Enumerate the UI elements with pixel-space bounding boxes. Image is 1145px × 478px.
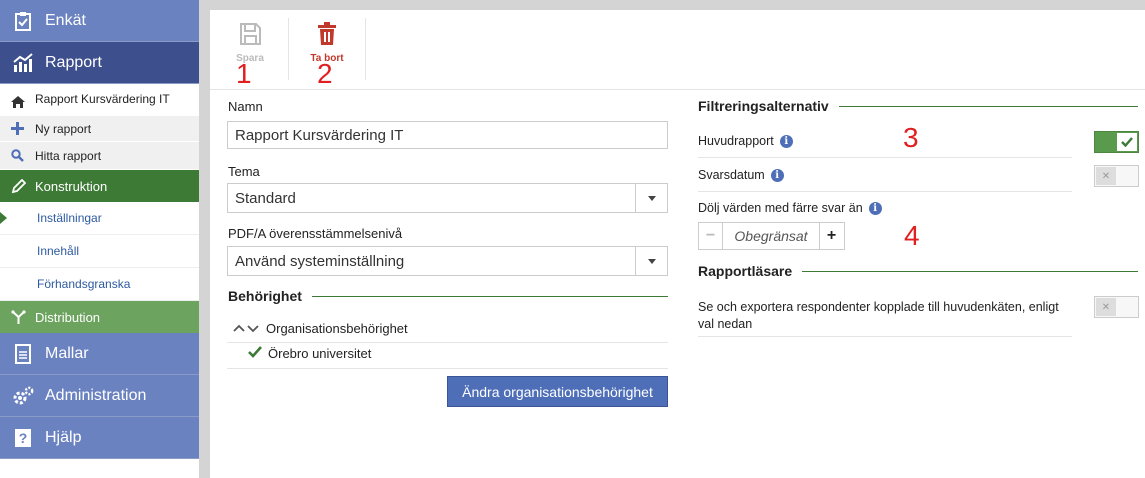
theme-label: Tema [228,164,260,179]
floppy-icon [238,22,262,49]
nav-distribution-label: Distribution [35,309,101,325]
current-report-label: Rapport Kursvärdering IT [35,92,170,106]
export-text-line2: val nedan [698,317,753,331]
main-report-toggle[interactable] [1094,131,1139,153]
nav-mallar-label: Mallar [45,344,89,362]
nav-mallar[interactable]: Mallar [0,333,199,375]
export-respondents-row: Se och exportera respondenter kopplade t… [698,299,1059,333]
ny-rapport-label: Ny rapport [35,121,92,136]
info-icon[interactable]: i [770,168,784,182]
nav-enkat-label: Enkät [45,11,86,29]
nav-ny-rapport[interactable]: Ny rapport [0,116,199,142]
nav-forhandsgranska-label: Förhandsgranska [37,277,131,291]
nav-administration[interactable]: Administration [0,375,199,417]
org-permission-label: Organisationsbehörighet [266,321,408,336]
response-date-label: Svarsdatum [698,168,765,182]
nav-konstruktion[interactable]: Konstruktion [0,170,199,202]
export-respondents-toggle[interactable]: ✕ [1094,296,1139,318]
chevron-down-icon [635,184,667,212]
theme-value: Standard [235,189,296,207]
nav-innehall-label: Innehåll [37,244,80,258]
readers-heading: Rapportläsare [698,263,1138,279]
search-icon [10,149,24,162]
filters-heading-text: Filtreringsalternativ [698,98,829,114]
filters-heading: Filtreringsalternativ [698,98,1138,114]
nav-hjalp[interactable]: ? Hjälp [0,417,199,459]
hitta-rapport-label: Hitta rapport [35,148,102,163]
clipboard-check-icon [12,10,34,32]
permissions-heading: Behörighet [228,288,668,304]
annotation-3: 3 [903,122,919,153]
home-icon [10,95,26,112]
nav-hitta-rapport[interactable]: Hitta rapport [0,142,199,170]
theme-select[interactable]: Standard [227,183,668,213]
check-icon [1117,133,1137,151]
close-icon: ✕ [1096,167,1116,185]
nav-rapport[interactable]: Rapport [0,42,199,84]
pencil-icon [10,178,26,194]
info-icon[interactable]: i [868,201,882,215]
pdfa-label: PDF/A överensstämmelsenivå [228,226,403,241]
divider [311,295,668,297]
toolbar: Spara Ta bort 1 2 [210,10,1145,90]
divider [227,342,668,343]
info-icon[interactable]: i [779,134,793,148]
hide-values-stepper[interactable]: − Obegränsat + [698,222,845,250]
pdfa-value: Använd systeminställning [235,252,405,270]
sidebar: Enkät Rapport Rapport Kursvärdering IT N… [0,0,199,478]
nav-current-report[interactable]: Rapport Kursvärdering IT [0,84,199,116]
svg-text:?: ? [19,430,28,446]
divider [227,368,668,369]
divider [802,270,1138,272]
chart-line-icon [12,52,34,74]
nav-forhandsgranska[interactable]: Förhandsgranska [0,268,199,301]
main-report-row: Huvudrapport i [698,134,793,148]
hide-values-row: Dölj värden med färre svar än i [698,201,882,215]
nav-installningar[interactable]: Inställningar [0,202,199,235]
name-input[interactable] [227,121,668,149]
nav-installningar-label: Inställningar [37,211,102,225]
template-icon [12,343,34,365]
divider [698,157,1072,158]
divider [838,105,1138,107]
change-org-permission-button[interactable]: Ändra organisationsbehörighet [447,376,668,407]
response-date-row: Svarsdatum i [698,168,784,182]
plus-icon [10,122,24,135]
export-text-line1: Se och exportera respondenter kopplade t… [698,300,1059,314]
hide-values-value[interactable]: Obegränsat [723,223,819,249]
readers-heading-text: Rapportläsare [698,263,793,279]
divider [698,336,1072,337]
close-icon: ✕ [1096,298,1116,316]
org-name: Örebro universitet [268,346,372,361]
annotation-4: 4 [904,220,920,251]
expand-collapse-icon[interactable] [233,321,261,336]
main-panel: Spara Ta bort 1 2 Namn Tema Standard PDF… [210,10,1145,478]
nav-enkat[interactable]: Enkät [0,0,199,42]
nav-innehall[interactable]: Innehåll [0,235,199,268]
chevron-down-icon [635,247,667,275]
annotation-1: 1 [236,58,252,89]
nav-distribution[interactable]: Distribution [0,301,199,333]
main-report-label: Huvudrapport [698,134,774,148]
nav-konstruktion-label: Konstruktion [35,178,108,194]
minus-icon[interactable]: − [699,223,723,249]
nav-rapport-label: Rapport [45,53,102,71]
trash-icon [316,22,338,49]
annotation-2: 2 [317,58,333,89]
fork-icon [10,309,26,325]
plus-icon[interactable]: + [819,223,843,249]
org-row[interactable]: Örebro universitet [248,346,371,361]
check-icon [248,346,262,361]
gears-icon [12,385,34,407]
permissions-heading-text: Behörighet [228,288,302,304]
hide-values-label: Dölj värden med färre svar än [698,201,863,215]
org-permission-row[interactable]: Organisationsbehörighet [233,321,408,336]
response-date-toggle[interactable]: ✕ [1094,165,1139,187]
divider [698,191,1072,192]
pdfa-select[interactable]: Använd systeminställning [227,246,668,276]
question-icon: ? [12,427,34,449]
nav-administration-label: Administration [45,386,147,404]
nav-hjalp-label: Hjälp [45,428,82,446]
name-label: Namn [228,99,263,114]
